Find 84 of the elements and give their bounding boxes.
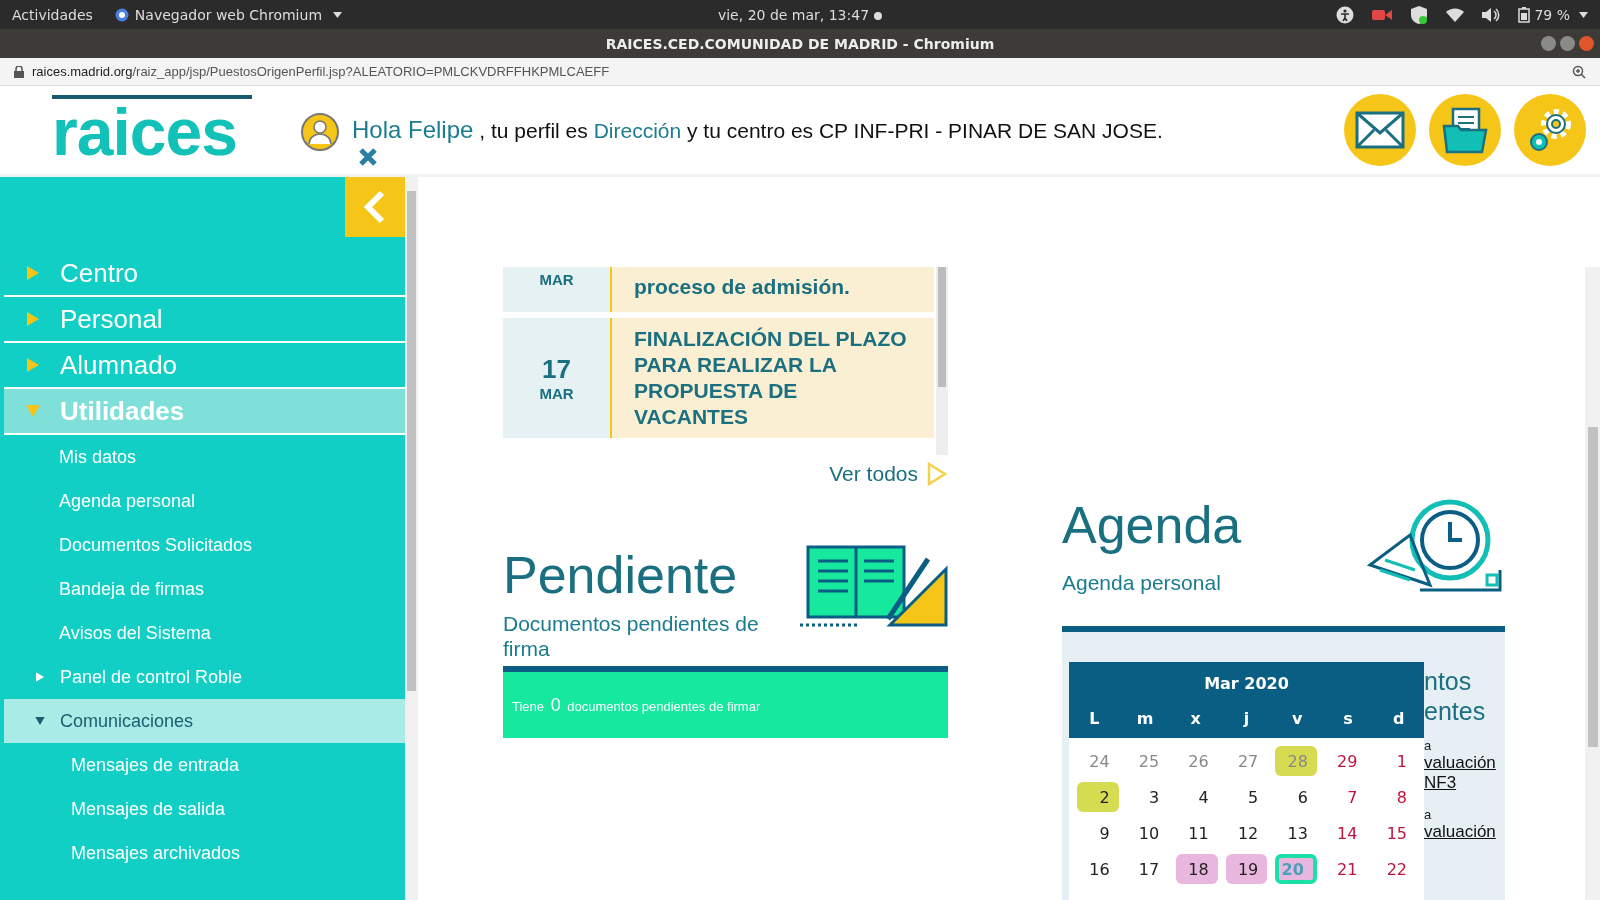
calendar-day[interactable]: 14 [1324, 818, 1367, 848]
envelope-icon [1355, 111, 1405, 149]
event-link[interactable]: valuación NF3 [1424, 753, 1496, 793]
event-label: a [1424, 738, 1433, 753]
calendar-day[interactable]: 25 [1126, 746, 1169, 776]
minimize-button[interactable] [1541, 36, 1556, 51]
calendar-day[interactable]: 11 [1176, 818, 1218, 848]
volume-icon[interactable] [1482, 6, 1501, 23]
calendar-day[interactable]: 22 [1374, 854, 1416, 884]
zoom-icon[interactable] [1572, 64, 1586, 79]
dropdown-caret-icon [333, 11, 343, 18]
calendar-day[interactable]: 4 [1176, 782, 1218, 812]
weekday-label: d [1391, 709, 1406, 730]
calendar-day[interactable]: 18 [1176, 854, 1218, 884]
wifi-icon[interactable] [1446, 7, 1465, 22]
folder-document-icon [1441, 106, 1489, 154]
calendar-day[interactable]: 17 [1126, 854, 1169, 884]
camera-icon[interactable] [1372, 7, 1393, 22]
scrollbar[interactable] [936, 267, 948, 455]
weekday-label: j [1242, 709, 1251, 730]
calendar-day[interactable]: 3 [1126, 782, 1169, 812]
weekday-label: x [1189, 709, 1202, 730]
browser-icon [114, 7, 129, 22]
close-icon[interactable] [357, 146, 379, 168]
dropdown-caret-icon [1579, 11, 1588, 18]
calendar-day[interactable]: 21 [1324, 854, 1367, 884]
pending-documents-bar: Tiene 0 documentos pendientes de firmar [503, 666, 948, 738]
news-title[interactable]: FINALIZACIÓN DEL PLAZO PARA REALIZAR LA PROPUESTA DE VACANTES [610, 318, 934, 438]
news-month: MAR [539, 385, 574, 402]
calendar-day[interactable]: 2 [1077, 782, 1119, 812]
calendar-month: Mar 2020 [1203, 673, 1290, 695]
calendar-day[interactable]: 13 [1275, 818, 1317, 848]
notification-dot-icon [874, 11, 883, 20]
scrollbar[interactable] [1585, 267, 1600, 900]
caret-down-icon [34, 715, 46, 727]
calendar-day[interactable]: 29 [1324, 746, 1367, 776]
battery-indicator[interactable]: 79 % [1518, 6, 1588, 23]
play-arrow-icon [926, 461, 948, 487]
news-title[interactable]: proceso de admisión. [610, 267, 934, 312]
calendar-day[interactable]: 5 [1225, 782, 1268, 812]
calendar-day[interactable]: 9 [1077, 818, 1119, 848]
accessibility-icon[interactable] [1336, 5, 1355, 24]
weekday-label: s [1342, 709, 1354, 730]
news-month: MAR [539, 271, 574, 288]
calendar-day[interactable]: 8 [1374, 782, 1416, 812]
user-avatar-icon [300, 112, 340, 152]
window-title: RAICES.CED.COMUNIDAD DE MADRID - Chromium [605, 35, 995, 52]
event-link[interactable]: valuación [1424, 822, 1496, 842]
calendar-day[interactable]: 15 [1374, 818, 1416, 848]
panel-heading: ntos [1424, 666, 1473, 696]
calendar-day[interactable]: 16 [1077, 854, 1119, 884]
weekday-label: v [1291, 709, 1304, 730]
calendar-day[interactable]: 24 [1077, 746, 1119, 776]
agenda-link[interactable]: Agenda personal [1062, 571, 1242, 595]
news-day: 17 [542, 354, 571, 385]
battery-icon [1518, 6, 1531, 23]
calendar-day[interactable]: 19 [1225, 854, 1268, 884]
lock-icon [14, 65, 24, 78]
weekday-label: m [1135, 709, 1155, 730]
panel-heading: entes [1424, 696, 1487, 726]
scrollbar[interactable] [405, 177, 418, 900]
app-menu[interactable]: Navegador web Chromium [114, 6, 343, 23]
calendar-day[interactable]: 12 [1225, 818, 1268, 848]
address-bar[interactable]: raices.madrid.org/raiz_app/jsp/PuestosOrigenPerfil.jsp?ALEATORIO=PMLCKVDRFFHKPMLCAEFF [32, 64, 610, 79]
maximize-button[interactable] [1560, 36, 1575, 51]
calendar-day[interactable]: 7 [1324, 782, 1367, 812]
shield-icon[interactable] [1410, 4, 1429, 25]
sidebar-item[interactable]: Comunicaciones [4, 699, 405, 743]
greeting-text: Hola Felipe , tu perfil es Dirección y tu centro es CP INF-PRI - PINAR DE SAN JOSE. [352, 115, 1163, 144]
weekday-label: L [1088, 709, 1101, 730]
clock[interactable]: vie, 20 de mar, 13:47 [717, 6, 870, 23]
section-title: Pendiente [503, 545, 739, 605]
section-subtitle[interactable]: Documentos pendientes de firma [503, 611, 783, 661]
calendar-day[interactable]: 6 [1275, 782, 1317, 812]
caret-right-icon [34, 671, 46, 683]
calendar-day[interactable]: 1 [1374, 746, 1416, 776]
section-title: Agenda [1062, 495, 1242, 555]
calendar-day[interactable]: 10 [1126, 818, 1169, 848]
see-all-link[interactable]: Ver todos [829, 461, 948, 487]
calendar-day[interactable]: 27 [1225, 746, 1268, 776]
activities-button[interactable]: Actividades [12, 6, 93, 23]
close-button[interactable] [1579, 36, 1594, 51]
event-label: a [1424, 807, 1433, 822]
calendar-day[interactable]: 26 [1176, 746, 1218, 776]
